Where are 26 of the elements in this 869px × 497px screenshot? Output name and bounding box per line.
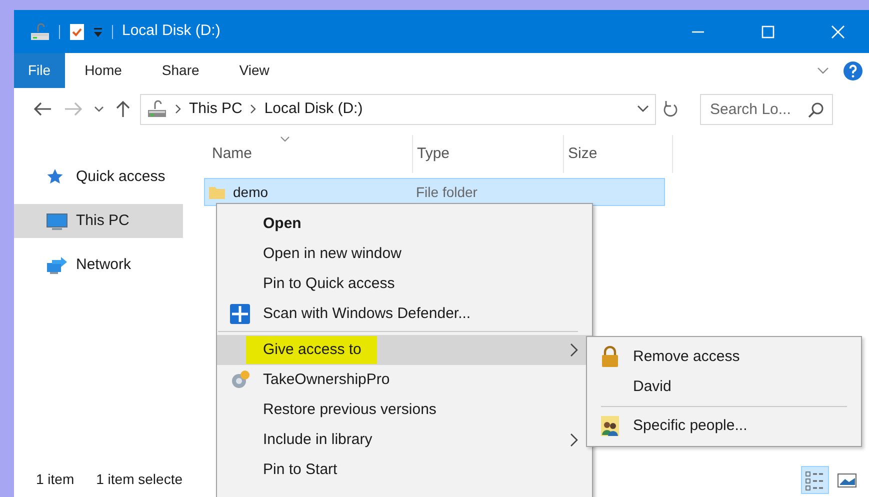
menu-item[interactable]: Pin to Start [217,455,592,485]
file-type: File folder [416,182,478,202]
ribbon-tab[interactable]: File [14,53,65,88]
window-title: Local Disk (D:) [122,21,220,42]
menu-item[interactable]: Pin to Quick access [217,269,592,299]
menu-item[interactable]: Open in new window [217,239,592,269]
column-header[interactable]: Size [564,135,673,173]
file-name: demo [233,182,268,202]
file-row[interactable]: demo File folder [204,178,665,206]
sidebar-item[interactable]: Network [14,248,183,282]
search-field[interactable]: Search Lo... [700,94,833,124]
column-header[interactable]: Type [413,135,564,173]
ribbon-tab[interactable]: Share [142,53,220,88]
item-count: 1 item [36,470,74,489]
selection-count: 1 item selecte [96,470,182,489]
ribbon-tab[interactable]: Home [64,53,142,88]
breadcrumb-item[interactable]: This PC [189,98,242,120]
breadcrumb-item[interactable]: Local Disk (D:) [264,98,363,120]
sidebar-item[interactable]: This PC [14,204,183,238]
menu-item[interactable]: Open [217,209,592,239]
address-field[interactable]: This PC Local Disk (D:) [140,94,656,124]
sidebar-item[interactable]: Quick access [14,160,183,194]
ribbon-tab[interactable]: View [219,53,290,88]
menu-item[interactable]: Scan with Windows Defender... [217,299,592,329]
column-header[interactable]: Name [208,135,413,173]
menu-item[interactable]: Give access to [217,335,592,365]
